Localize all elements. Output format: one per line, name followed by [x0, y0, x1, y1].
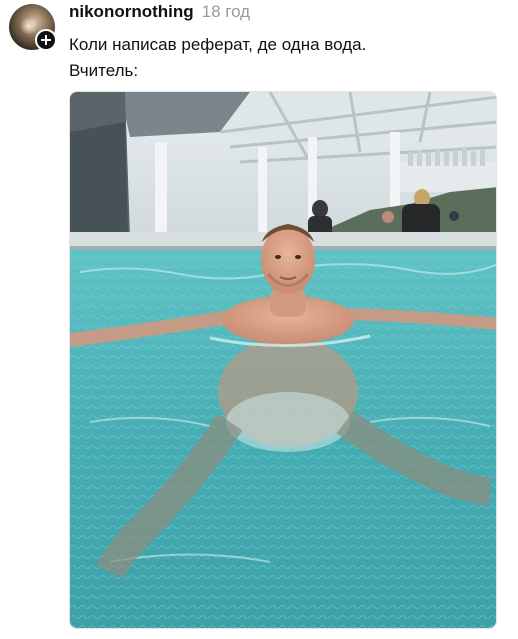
thread-post: nikonornothing 18 год Коли написав рефер… [0, 0, 518, 639]
post-text-line-2: Вчитель: [69, 61, 139, 80]
post-text-line-1: Коли написав реферат, де одна вода. [69, 35, 367, 54]
username[interactable]: nikonornothing [69, 2, 194, 22]
post-photo[interactable] [69, 91, 497, 629]
pool-photo-illustration [70, 92, 496, 628]
follow-plus-icon[interactable] [35, 29, 57, 51]
avatar-highlight [19, 18, 39, 34]
post-header: nikonornothing 18 год [69, 2, 250, 24]
post-timestamp[interactable]: 18 год [202, 2, 250, 22]
